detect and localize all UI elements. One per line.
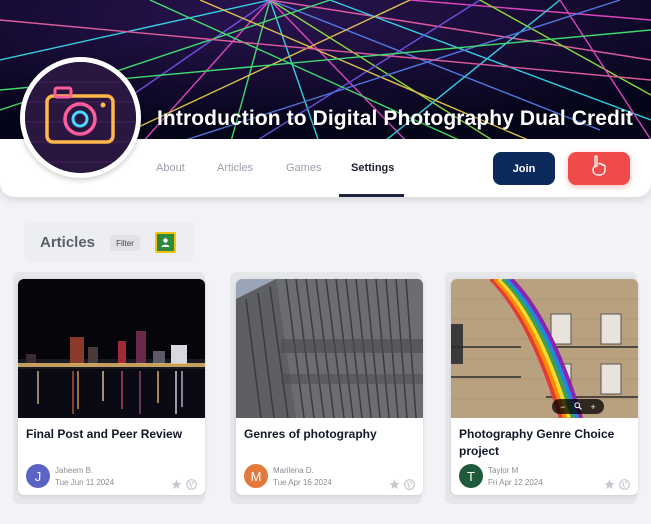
article-title: Genres of photography <box>244 427 377 441</box>
article-card[interactable]: Photography Genre Choice project T Taylo… <box>451 279 638 495</box>
article-image-rainbow-building <box>451 279 638 418</box>
tab-about[interactable]: About <box>156 162 185 174</box>
articles-heading: Articles <box>40 234 96 251</box>
author-avatar: T <box>459 464 483 488</box>
article-title: Photography Genre Choice project <box>459 427 615 458</box>
join-button[interactable]: Join <box>493 152 555 185</box>
zoom-in-button[interactable]: + <box>590 402 595 412</box>
google-classroom-icon[interactable] <box>155 232 176 253</box>
article-image-city-night <box>18 279 205 418</box>
article-date: Tue Jun 11 2024 <box>55 478 115 487</box>
article-image-skyscraper <box>236 279 423 418</box>
raise-hand-button[interactable] <box>568 152 630 185</box>
star-icon[interactable] <box>604 477 615 489</box>
author-avatar: J <box>26 464 50 488</box>
article-title: Final Post and Peer Review <box>26 427 183 441</box>
image-zoom-controls: − + <box>552 399 604 414</box>
filter-button[interactable]: Filter <box>110 235 140 251</box>
star-icon[interactable] <box>389 477 400 489</box>
camera-icon <box>25 62 136 173</box>
author-name: Jaheem B. <box>55 466 94 475</box>
star-icon[interactable] <box>171 477 182 489</box>
globe-icon <box>404 477 415 490</box>
tab-articles[interactable]: Articles <box>217 162 253 174</box>
tab-settings[interactable]: Settings <box>351 162 394 174</box>
article-date: Tue Apr 16 2024 <box>273 478 332 487</box>
raise-hand-icon <box>590 155 608 182</box>
globe-icon <box>619 477 630 490</box>
tab-games[interactable]: Games <box>286 162 321 174</box>
article-date: Fri Apr 12 2024 <box>488 478 543 487</box>
globe-icon <box>186 477 197 490</box>
active-tab-indicator <box>339 194 404 197</box>
article-card[interactable]: Genres of photography M Marilena D. Tue … <box>236 279 423 495</box>
zoom-icon[interactable] <box>574 401 582 412</box>
author-name: Taylor M <box>488 466 519 475</box>
author-avatar: M <box>244 464 268 488</box>
author-name: Marilena D. <box>273 466 314 475</box>
course-title: Introduction to Digital Photography Dual… <box>157 107 634 130</box>
article-card[interactable]: Final Post and Peer Review J Jaheem B. T… <box>18 279 205 495</box>
course-avatar <box>20 57 141 178</box>
zoom-out-button[interactable]: − <box>560 402 565 412</box>
